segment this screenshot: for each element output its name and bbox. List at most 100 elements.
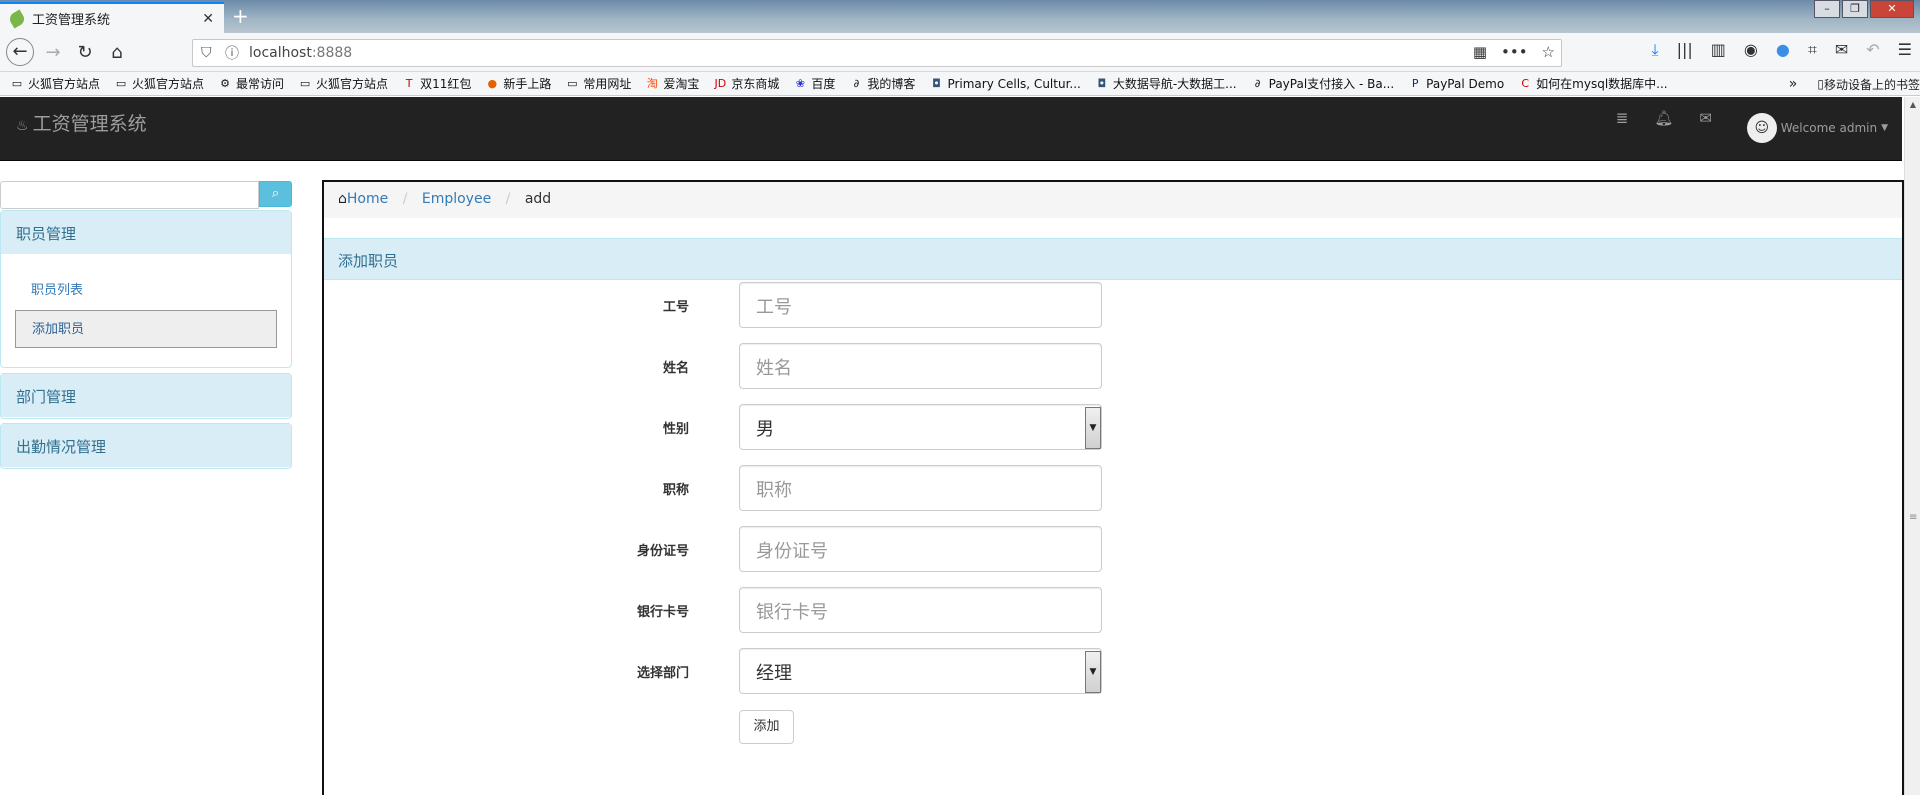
sidebar-item-employee-list[interactable]: 职员列表 [15,269,277,308]
bookmark-item[interactable]: ● 新手上路 [485,75,552,92]
url-host: localhost [249,45,312,61]
bookmark-item[interactable]: ▭ 火狐官方站点 [114,75,204,92]
panel-heading[interactable]: 职员管理 [1,211,291,254]
qr-code-icon[interactable]: ▦ [1473,43,1487,61]
avatar: ☺ [1746,113,1777,143]
folder-icon: ▭ [567,76,578,90]
brand[interactable]: ♨ 工资管理系统 [16,109,147,136]
url-bar[interactable]: ⛉ ⓘ localhost:8888 ▦ ••• ☆ [192,39,1562,67]
bookmark-label: 最常访问 [236,77,285,91]
bookmark-item[interactable]: ◘ 大数据导航-大数据工... [1095,75,1237,92]
job-title-input[interactable]: 职称 [739,465,1102,511]
add-button[interactable]: 添加 [739,710,794,744]
web-icon: ◘ [1097,76,1107,90]
more-actions-icon[interactable]: ••• [1501,43,1528,61]
library-icon[interactable]: ||| [1677,40,1693,60]
name-input[interactable]: 姓名 [739,343,1102,389]
breadcrumb-employee[interactable]: Employee [422,191,491,207]
new-tab-button[interactable]: + [232,4,249,28]
chat-icon[interactable]: ✉ [1835,40,1848,60]
bookmark-item[interactable]: ▭ 常用网址 [565,75,631,92]
forward-arrow-icon[interactable]: → [40,40,66,66]
reload-icon[interactable]: ↻ [72,40,98,66]
field-label: 姓名 [662,361,689,376]
panel-heading[interactable]: 部门管理 [1,374,291,417]
tab-title: 工资管理系统 [32,13,111,28]
crop-icon[interactable]: ⌗ [1808,40,1817,60]
bookmark-item[interactable]: ▭ 火狐官方站点 [298,75,388,92]
info-icon[interactable]: ⓘ [225,43,239,63]
field-department: 选择部门 经理 ▼ [324,648,1324,694]
bookmark-label: 火狐官方站点 [28,77,101,91]
blog-icon: ∂ [853,76,860,90]
department-value: 经理 [756,663,792,684]
baidu-icon: ❀ [795,76,806,90]
field-id-number: 身份证号 身份证号 [324,526,1324,572]
id-number-input[interactable]: 身份证号 [739,526,1102,572]
bookmark-item[interactable]: P PayPal Demo [1408,77,1504,91]
sidebar-item-add-employee[interactable]: 添加职员 [15,310,277,348]
bookmark-item[interactable]: ⚙ 最常访问 [218,75,284,92]
chevron-down-icon[interactable]: ▼ [1085,407,1101,449]
mobile-icon: ▯ [1817,77,1824,91]
bookmark-item[interactable]: JD 京东商城 [713,75,780,92]
vertical-scrollbar[interactable]: ▲ ≡ [1904,97,1920,795]
bookmark-item[interactable]: ◘ Primary Cells, Cultur... [929,76,1081,91]
shield-icon: ⛉ [201,45,212,61]
employee-no-input[interactable]: 工号 [739,282,1102,328]
breadcrumb-home[interactable]: Home [347,191,388,207]
bookmark-label: 常用网址 [583,77,632,91]
search-button[interactable]: ⌕ [259,181,292,207]
scroll-up-icon[interactable]: ▲ [1905,97,1920,113]
restore-button[interactable]: ❐ [1842,0,1868,18]
taobao-icon: 淘 [646,76,658,90]
browser-tab[interactable]: 工资管理系统 ✕ [0,2,224,33]
download-icon[interactable]: ⤓ [1652,40,1659,60]
bookmark-item[interactable]: ∂ 我的博客 [849,75,916,92]
menu-icon[interactable]: ☰ [1898,40,1912,60]
chevron-right-icon[interactable]: » [1789,76,1798,92]
bank-card-input[interactable]: 银行卡号 [739,587,1102,633]
globe-icon[interactable]: ● [1776,40,1790,60]
field-title: 职称 职称 [324,465,1324,511]
bookmark-item[interactable]: ❀ 百度 [793,75,836,92]
field-label: 性别 [662,422,689,437]
bookmark-item[interactable]: T 双11红包 [402,75,472,92]
panel-employee-management: 职员管理 职员列表 添加职员 [0,210,292,368]
bookmark-item[interactable]: ▭ 火狐官方站点 [10,75,100,92]
bookmark-item[interactable]: C 如何在mysql数据库中... [1518,75,1667,92]
leaf-icon [7,8,27,29]
tasks-icon[interactable]: ≣ [1616,109,1629,127]
field-name: 姓名 姓名 [324,343,1324,389]
home-icon[interactable]: ⌂ [104,40,130,66]
bookmark-label: 京东商城 [731,77,780,91]
bookmark-label: 百度 [811,77,836,91]
minimize-button[interactable]: – [1814,0,1840,18]
gender-select[interactable]: 男 ▼ [739,404,1102,450]
scroll-grip-icon: ≡ [1909,512,1918,523]
department-select[interactable]: 经理 ▼ [739,648,1102,694]
welcome-text: Welcome admin [1780,121,1878,135]
mobile-bookmarks[interactable]: 移动设备上的书签 [1824,76,1920,93]
chevron-down-icon[interactable]: ▼ [1085,651,1101,693]
envelope-icon[interactable]: ✉ [1699,109,1712,127]
sidebar-icon[interactable]: ▥ [1711,40,1726,60]
panel-heading[interactable]: 出勤情况管理 [1,424,291,467]
close-icon[interactable]: ✕ [202,11,214,27]
bell-icon[interactable]: 🔔︎ [1654,109,1673,127]
field-label: 职称 [662,483,689,498]
search-input[interactable] [0,181,259,209]
account-icon[interactable]: ◉ [1744,40,1758,60]
bookmark-item[interactable]: ∂ PayPal支付接入 - Ba... [1251,75,1394,92]
bookmark-item[interactable]: 淘爱淘宝 [645,75,700,92]
bookmark-label: 大数据导航-大数据工... [1112,77,1237,91]
browser-tab-bar: 工资管理系统 ✕ + – ❐ ✕ [0,0,1920,33]
back-arrow-icon[interactable]: ← [6,38,34,66]
bookmark-label: 双11红包 [420,77,472,91]
bookmark-star-icon[interactable]: ☆ [1542,43,1555,61]
window-close-button[interactable]: ✕ [1870,0,1914,18]
bookmark-label: Primary Cells, Cultur... [947,76,1081,91]
undo-icon[interactable]: ↶ [1866,40,1879,60]
user-menu[interactable]: ☺ Welcome admin ▼ [1746,113,1888,143]
app-navbar: ♨ 工资管理系统 ≣ 🔔︎ ✉ ☺ Welcome admin ▼ [0,97,1902,161]
